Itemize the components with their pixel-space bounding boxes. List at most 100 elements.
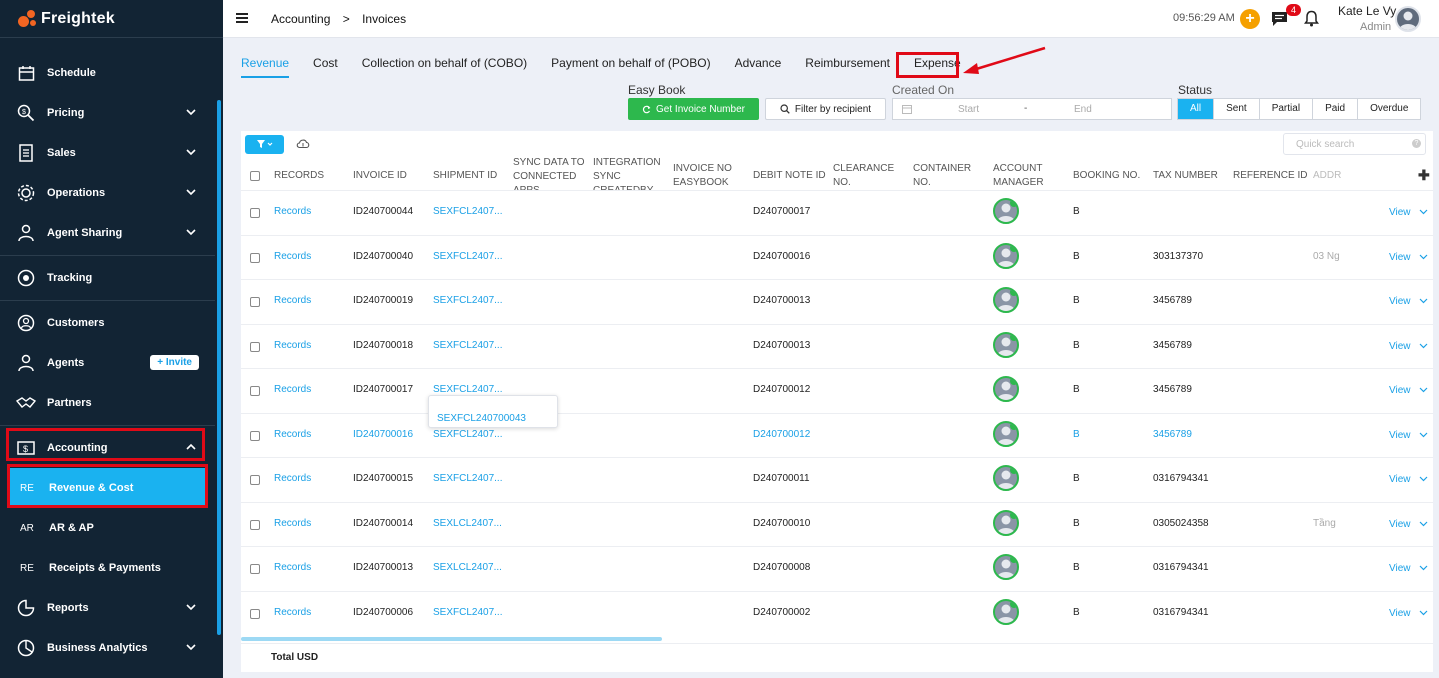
tab-cobo[interactable]: Collection on behalf of (COBO): [362, 56, 527, 78]
sidebar-item-sales[interactable]: Sales: [0, 133, 215, 173]
records-link[interactable]: Records: [274, 562, 311, 573]
column-filter-button[interactable]: [245, 135, 284, 154]
records-link[interactable]: Records: [274, 607, 311, 618]
start-date-input[interactable]: Start: [958, 104, 979, 115]
view-link[interactable]: View: [1389, 252, 1411, 263]
account-manager-avatar[interactable]: [993, 332, 1019, 358]
view-link[interactable]: View: [1389, 608, 1411, 619]
debit-note-id[interactable]: D240700012: [753, 429, 810, 440]
user-name[interactable]: Kate Le Vy: [1338, 4, 1396, 18]
shipment-id-link[interactable]: SEXFCL2407...: [433, 251, 502, 262]
row-checkbox[interactable]: [250, 208, 260, 218]
row-checkbox[interactable]: [250, 253, 260, 263]
column-header-clearance-no[interactable]: CLEARANCE NO.: [833, 162, 901, 190]
column-header-booking-no[interactable]: BOOKING NO.: [1073, 169, 1140, 183]
sidebar-item-reports[interactable]: Reports: [0, 588, 215, 628]
chevron-down-icon[interactable]: [1419, 252, 1428, 261]
row-checkbox[interactable]: [250, 431, 260, 441]
column-header-tax-number[interactable]: TAX NUMBER: [1153, 169, 1218, 183]
view-link[interactable]: View: [1389, 296, 1411, 307]
sidebar-item-schedule[interactable]: Schedule: [0, 53, 215, 93]
view-link[interactable]: View: [1389, 474, 1411, 485]
account-manager-avatar[interactable]: [993, 465, 1019, 491]
shipment-id-link[interactable]: SEXLCL2407...: [433, 562, 502, 573]
row-checkbox[interactable]: [250, 609, 260, 619]
status-all[interactable]: All: [1178, 99, 1215, 119]
chevron-down-icon[interactable]: [1419, 341, 1428, 350]
sidebar-item-partners[interactable]: Partners: [0, 383, 215, 423]
row-checkbox[interactable]: [250, 564, 260, 574]
status-paid[interactable]: Paid: [1313, 99, 1359, 119]
breadcrumb-item-accounting[interactable]: Accounting: [271, 12, 330, 26]
user-avatar[interactable]: [1395, 6, 1421, 32]
tab-pobo[interactable]: Payment on behalf of (POBO): [551, 56, 710, 78]
account-manager-avatar[interactable]: [993, 599, 1019, 625]
cloud-download-icon[interactable]: [296, 138, 310, 149]
status-sent[interactable]: Sent: [1214, 99, 1260, 119]
sidebar-item-customers[interactable]: Customers: [0, 303, 215, 343]
chevron-down-icon[interactable]: [1419, 430, 1428, 439]
tab-cost[interactable]: Cost: [313, 56, 338, 78]
row-checkbox[interactable]: [250, 297, 260, 307]
shipment-id-link[interactable]: SEXFCL2407...: [433, 340, 502, 351]
view-link[interactable]: View: [1389, 430, 1411, 441]
sidebar-scrollbar[interactable]: [217, 100, 221, 635]
quick-search-input[interactable]: Quick search ?: [1283, 133, 1426, 155]
chevron-down-icon[interactable]: [1419, 563, 1428, 572]
column-header-invoice-no-easybook[interactable]: INVOICE NO EASYBOOK: [673, 162, 741, 190]
view-link[interactable]: View: [1389, 207, 1411, 218]
tab-revenue[interactable]: Revenue: [241, 56, 290, 78]
column-header-reference-id[interactable]: REFERENCE ID: [1233, 169, 1307, 183]
column-header-account-manager[interactable]: ACCOUNT MANAGER: [993, 162, 1058, 190]
status-partial[interactable]: Partial: [1260, 99, 1314, 119]
hamburger-menu-icon[interactable]: [236, 12, 248, 24]
column-header-invoice-id[interactable]: INVOICE ID: [353, 169, 407, 183]
shipment-id-link[interactable]: SEXFCL2407...: [433, 429, 502, 440]
shipment-id-link[interactable]: SEXLCL2407...: [433, 518, 502, 529]
row-checkbox[interactable]: [250, 475, 260, 485]
records-link[interactable]: Records: [274, 340, 311, 351]
row-checkbox[interactable]: [250, 520, 260, 530]
shipment-id-link[interactable]: SEXFCL2407...: [433, 473, 502, 484]
account-manager-avatar[interactable]: [993, 421, 1019, 447]
sidebar-item-pricing[interactable]: $ Pricing: [0, 93, 215, 133]
brand-logo[interactable]: Freightek: [0, 0, 223, 38]
view-link[interactable]: View: [1389, 341, 1411, 352]
column-header-debit-note-id[interactable]: DEBIT NOTE ID: [753, 169, 826, 183]
get-invoice-number-button[interactable]: Get Invoice Number: [628, 98, 759, 120]
column-header-shipment-id[interactable]: SHIPMENT ID: [433, 169, 497, 183]
add-column-icon[interactable]: ✚: [1418, 167, 1430, 184]
sidebar-subitem-receipts-payments[interactable]: RE Receipts & Payments: [0, 548, 215, 588]
column-header-sync-data[interactable]: SYNC DATA TO CONNECTED APPS: [513, 156, 588, 190]
invite-button[interactable]: + Invite: [150, 355, 199, 370]
view-link[interactable]: View: [1389, 385, 1411, 396]
view-link[interactable]: View: [1389, 563, 1411, 574]
account-manager-avatar[interactable]: [993, 243, 1019, 269]
account-manager-avatar[interactable]: [993, 376, 1019, 402]
chevron-down-icon[interactable]: [1419, 474, 1428, 483]
records-link[interactable]: Records: [274, 206, 311, 217]
chat-icon[interactable]: [1271, 11, 1288, 27]
status-overdue[interactable]: Overdue: [1358, 99, 1420, 119]
account-manager-avatar[interactable]: [993, 510, 1019, 536]
chevron-down-icon[interactable]: [1419, 385, 1428, 394]
select-all-checkbox[interactable]: [250, 171, 260, 181]
records-link[interactable]: Records: [274, 518, 311, 529]
sidebar-item-operations[interactable]: Operations: [0, 173, 215, 213]
records-link[interactable]: Records: [274, 473, 311, 484]
sidebar-subitem-ar-ap[interactable]: AR AR & AP: [0, 508, 215, 548]
sidebar-item-tracking[interactable]: Tracking: [0, 258, 215, 298]
sidebar-item-agent-sharing[interactable]: Agent Sharing: [0, 213, 215, 253]
account-manager-avatar[interactable]: [993, 198, 1019, 224]
shipment-id-link[interactable]: SEXFCL2407...: [433, 295, 502, 306]
column-header-integration-sync[interactable]: INTEGRATION SYNC CREATEDBY: [593, 156, 663, 190]
column-header-container-no[interactable]: CONTAINER NO.: [913, 162, 978, 190]
sidebar-item-business-analytics[interactable]: Business Analytics: [0, 628, 215, 668]
chevron-down-icon[interactable]: [1419, 519, 1428, 528]
quick-add-button[interactable]: +: [1240, 9, 1260, 29]
records-link[interactable]: Records: [274, 384, 311, 395]
shipment-id-link[interactable]: SEXFCL2407...: [433, 206, 502, 217]
account-manager-avatar[interactable]: [993, 287, 1019, 313]
chevron-down-icon[interactable]: [1419, 608, 1428, 617]
chevron-down-icon[interactable]: [1419, 207, 1428, 216]
